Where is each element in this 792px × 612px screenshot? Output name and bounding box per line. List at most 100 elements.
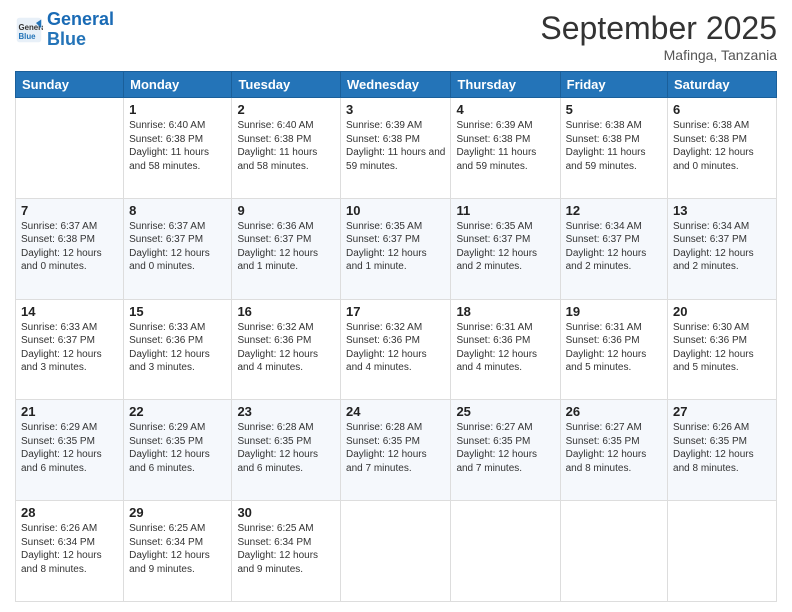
calendar-cell: 22 Sunrise: 6:29 AM Sunset: 6:35 PM Dayli… [124,400,232,501]
calendar-cell: 11Sunrise: 6:35 AM Sunset: 6:37 PM Dayli… [451,198,560,299]
col-header-friday: Friday [560,72,667,98]
day-number: 5 [566,102,662,117]
calendar-cell: 10 Sunrise: 6:35 AM Sunset: 6:37 PM Dayli… [341,198,451,299]
day-number: 18 [456,304,554,319]
calendar-cell [16,98,124,199]
day-content: Sunrise: 6:27 AM Sunset: 6:35 PM Dayligh… [566,421,662,475]
day-content: Sunrise: 6:28 AM Sunset: 6:35 PM Dayligh… [237,421,335,475]
day-content: Sunrise: 6:33 AM Sunset: 6:36 PM Dayligh… [129,321,226,375]
svg-text:Blue: Blue [19,32,37,41]
day-content: Sunrise: 6:35 AM Sunset: 6:37 PM Dayligh… [346,220,445,274]
day-content: Sunrise: 6:28 AM Sunset: 6:35 PM Dayligh… [346,421,445,475]
day-content: Sunrise: 6:38 AM Sunset: 6:38 PM Dayligh… [673,119,771,173]
calendar-cell [560,501,667,602]
day-number: 3 [346,102,445,117]
day-number: 15 [129,304,226,319]
calendar-cell: 9 Sunrise: 6:36 AM Sunset: 6:37 PM Daylig… [232,198,341,299]
day-number: 14 [21,304,118,319]
day-number: 20 [673,304,771,319]
calendar-cell: 17 Sunrise: 6:32 AM Sunset: 6:36 PM Dayli… [341,299,451,400]
calendar-cell: 2Sunrise: 6:40 AM Sunset: 6:38 PM Daylig… [232,98,341,199]
day-number: 6 [673,102,771,117]
day-number: 25 [456,404,554,419]
col-header-monday: Monday [124,72,232,98]
page: General Blue General Blue September 2025… [0,0,792,612]
day-content: Sunrise: 6:34 AM Sunset: 6:37 PM Dayligh… [566,220,662,274]
day-number: 16 [237,304,335,319]
calendar-cell: 25 Sunrise: 6:27 AM Sunset: 6:35 PM Dayli… [451,400,560,501]
calendar-cell: 30 Sunrise: 6:25 AM Sunset: 6:34 PM Dayli… [232,501,341,602]
day-content: Sunrise: 6:32 AM Sunset: 6:36 PM Dayligh… [346,321,445,375]
calendar-cell: 24Sunrise: 6:28 AM Sunset: 6:35 PM Dayli… [341,400,451,501]
day-number: 9 [237,203,335,218]
day-number: 21 [21,404,118,419]
day-number: 1 [129,102,226,117]
calendar-week-1: 1 Sunrise: 6:40 AM Sunset: 6:38 PM Daylig… [16,98,777,199]
logo-blue: Blue [47,29,86,49]
calendar-week-4: 21 Sunrise: 6:29 AM Sunset: 6:35 PM Dayli… [16,400,777,501]
header: General Blue General Blue September 2025… [15,10,777,63]
calendar-cell: 29 Sunrise: 6:25 AM Sunset: 6:34 PM Dayli… [124,501,232,602]
day-content: Sunrise: 6:34 AM Sunset: 6:37 PM Dayligh… [673,220,771,274]
day-content: Sunrise: 6:36 AM Sunset: 6:37 PM Dayligh… [237,220,335,274]
calendar-cell: 5 Sunrise: 6:38 AM Sunset: 6:38 PM Daylig… [560,98,667,199]
col-header-sunday: Sunday [16,72,124,98]
calendar-cell [451,501,560,602]
day-number: 4 [456,102,554,117]
calendar-cell: 1 Sunrise: 6:40 AM Sunset: 6:38 PM Daylig… [124,98,232,199]
day-content: Sunrise: 6:40 AM Sunset: 6:38 PM Dayligh… [237,119,335,173]
calendar-cell: 23 Sunrise: 6:28 AM Sunset: 6:35 PM Dayli… [232,400,341,501]
day-content: Sunrise: 6:35 AM Sunset: 6:37 PM Dayligh… [456,220,554,274]
day-content: Sunrise: 6:29 AM Sunset: 6:35 PM Dayligh… [129,421,226,475]
day-content: Sunrise: 6:27 AM Sunset: 6:35 PM Dayligh… [456,421,554,475]
day-content: Sunrise: 6:25 AM Sunset: 6:34 PM Dayligh… [237,522,335,576]
logo: General Blue General Blue [15,10,114,50]
calendar-cell: 26 Sunrise: 6:27 AM Sunset: 6:35 PM Dayli… [560,400,667,501]
calendar-cell: 4 Sunrise: 6:39 AM Sunset: 6:38 PM Daylig… [451,98,560,199]
calendar-cell: 13Sunrise: 6:34 AM Sunset: 6:37 PM Dayli… [668,198,777,299]
day-number: 19 [566,304,662,319]
day-content: Sunrise: 6:25 AM Sunset: 6:34 PM Dayligh… [129,522,226,576]
col-header-wednesday: Wednesday [341,72,451,98]
day-content: Sunrise: 6:31 AM Sunset: 6:36 PM Dayligh… [566,321,662,375]
calendar-cell: 16 Sunrise: 6:32 AM Sunset: 6:36 PM Dayli… [232,299,341,400]
day-number: 23 [237,404,335,419]
day-content: Sunrise: 6:39 AM Sunset: 6:38 PM Dayligh… [456,119,554,173]
calendar-week-2: 7Sunrise: 6:37 AM Sunset: 6:38 PM Daylig… [16,198,777,299]
calendar-table: SundayMondayTuesdayWednesdayThursdayFrid… [15,71,777,602]
title-block: September 2025 Mafinga, Tanzania [540,10,777,63]
day-content: Sunrise: 6:40 AM Sunset: 6:38 PM Dayligh… [129,119,226,173]
day-number: 28 [21,505,118,520]
calendar-cell: 28Sunrise: 6:26 AM Sunset: 6:34 PM Dayli… [16,501,124,602]
day-number: 22 [129,404,226,419]
day-number: 8 [129,203,226,218]
calendar-cell: 19 Sunrise: 6:31 AM Sunset: 6:36 PM Dayli… [560,299,667,400]
day-number: 30 [237,505,335,520]
day-content: Sunrise: 6:29 AM Sunset: 6:35 PM Dayligh… [21,421,118,475]
calendar-cell: 14 Sunrise: 6:33 AM Sunset: 6:37 PM Dayli… [16,299,124,400]
logo-general: General [47,9,114,29]
day-content: Sunrise: 6:37 AM Sunset: 6:38 PM Dayligh… [21,220,118,274]
day-content: Sunrise: 6:39 AM Sunset: 6:38 PM Dayligh… [346,119,445,173]
day-number: 17 [346,304,445,319]
calendar-cell: 27Sunrise: 6:26 AM Sunset: 6:35 PM Dayli… [668,400,777,501]
location: Mafinga, Tanzania [540,47,777,63]
calendar-cell: 18 Sunrise: 6:31 AM Sunset: 6:36 PM Dayli… [451,299,560,400]
calendar-cell: 15 Sunrise: 6:33 AM Sunset: 6:36 PM Dayli… [124,299,232,400]
col-header-saturday: Saturday [668,72,777,98]
day-content: Sunrise: 6:33 AM Sunset: 6:37 PM Dayligh… [21,321,118,375]
col-header-thursday: Thursday [451,72,560,98]
day-number: 26 [566,404,662,419]
day-content: Sunrise: 6:37 AM Sunset: 6:37 PM Dayligh… [129,220,226,274]
day-content: Sunrise: 6:32 AM Sunset: 6:36 PM Dayligh… [237,321,335,375]
day-number: 29 [129,505,226,520]
day-number: 10 [346,203,445,218]
day-number: 27 [673,404,771,419]
calendar-cell: 6 Sunrise: 6:38 AM Sunset: 6:38 PM Daylig… [668,98,777,199]
day-number: 12 [566,203,662,218]
day-content: Sunrise: 6:38 AM Sunset: 6:38 PM Dayligh… [566,119,662,173]
day-content: Sunrise: 6:31 AM Sunset: 6:36 PM Dayligh… [456,321,554,375]
calendar-cell [341,501,451,602]
calendar-cell: 3 Sunrise: 6:39 AM Sunset: 6:38 PM Daylig… [341,98,451,199]
calendar-header-row: SundayMondayTuesdayWednesdayThursdayFrid… [16,72,777,98]
